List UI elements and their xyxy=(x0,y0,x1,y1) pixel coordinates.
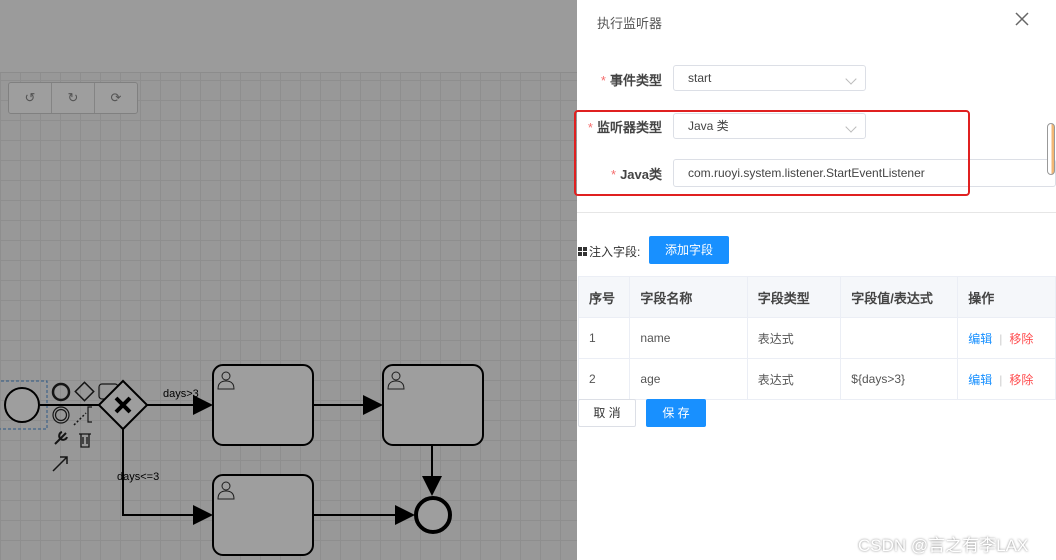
start-event[interactable] xyxy=(4,387,40,423)
action-separator: | xyxy=(999,331,1003,346)
chevron-down-icon xyxy=(845,121,857,133)
connect-tool-icon[interactable] xyxy=(73,412,87,426)
event-type-select[interactable]: start xyxy=(673,65,866,91)
bpmn-diagram: days>3 days<=3 xyxy=(0,364,484,556)
java-class-label: * Java类 xyxy=(611,166,662,182)
edit-link[interactable]: 编辑 xyxy=(968,332,992,346)
watermark: CSDN @言之有李LAX xyxy=(858,536,1029,555)
cell-name: age xyxy=(629,358,748,400)
cell-actions: 编辑 | 移除 xyxy=(957,317,1056,359)
table-row: 1 name 表达式 编辑 | 移除 xyxy=(577,317,1056,359)
cancel-button[interactable]: 取 消 xyxy=(578,399,636,427)
cell-actions: 编辑 | 移除 xyxy=(957,358,1056,400)
table-header-row: 序号 字段名称 字段类型 字段值/表达式 操作 xyxy=(577,276,1056,318)
label-days-le-3: days<=3 xyxy=(117,471,159,483)
end-event[interactable] xyxy=(414,496,452,534)
java-class-value: com.ruoyi.system.listener.StartEventList… xyxy=(688,166,925,180)
sequence-flow-tool-icon[interactable] xyxy=(52,456,68,472)
cell-type: 表达式 xyxy=(746,317,842,359)
remove-link[interactable]: 移除 xyxy=(1009,373,1033,387)
table-row: 2 age 表达式 ${days>3} 编辑 | 移除 xyxy=(577,358,1056,400)
end-event-tool-icon[interactable] xyxy=(51,382,71,402)
action-separator: | xyxy=(999,372,1003,387)
header-field-value: 字段值/表达式 xyxy=(840,276,959,318)
save-button[interactable]: 保 存 xyxy=(646,399,706,427)
listener-type-select[interactable]: Java 类 xyxy=(673,113,866,139)
java-class-input[interactable]: com.ruoyi.system.listener.StartEventList… xyxy=(673,159,1056,187)
header-field-type: 字段类型 xyxy=(746,276,842,318)
add-field-button[interactable]: 添加字段 xyxy=(649,236,729,264)
user-task-1[interactable] xyxy=(212,364,314,446)
edit-link[interactable]: 编辑 xyxy=(968,373,992,387)
event-type-value: start xyxy=(688,71,712,85)
cell-index: 2 xyxy=(577,358,631,400)
header-index: 序号 xyxy=(577,276,631,318)
scrollbar-thumb[interactable] xyxy=(1047,123,1055,175)
header-actions: 操作 xyxy=(957,276,1056,318)
cell-type: 表达式 xyxy=(746,358,842,400)
drawer-title: 执行监听器 xyxy=(597,16,663,31)
annotation-tool-icon[interactable] xyxy=(87,406,92,423)
cell-index: 1 xyxy=(577,317,631,359)
cell-value: ${days>3} xyxy=(840,358,959,400)
listener-type-label: * 监听器类型 xyxy=(587,119,662,135)
trash-icon[interactable] xyxy=(79,433,91,448)
header-field-name: 字段名称 xyxy=(629,276,748,318)
inject-fields-label: 注入字段: xyxy=(578,243,640,260)
cell-name: name xyxy=(629,317,748,359)
grid-icon xyxy=(578,247,587,256)
wrench-icon[interactable] xyxy=(54,431,68,445)
close-icon[interactable] xyxy=(1013,10,1031,28)
cell-value xyxy=(840,317,959,359)
fields-table: 序号 字段名称 字段类型 字段值/表达式 操作 1 name 表达式 编辑 | 移除… xyxy=(577,276,1056,400)
remove-link[interactable]: 移除 xyxy=(1009,332,1033,346)
listener-type-value: Java 类 xyxy=(688,119,729,133)
section-divider xyxy=(577,212,1056,213)
chevron-down-icon xyxy=(845,73,857,85)
user-task-2[interactable] xyxy=(382,364,484,446)
gateway-tool-icon[interactable] xyxy=(74,381,95,402)
bpmn-canvas[interactable]: ↺ ↻ ⟳ days>3 days<=3 xyxy=(0,0,577,560)
user-task-3[interactable] xyxy=(212,474,314,556)
event-type-label: * 事件类型 xyxy=(600,72,662,88)
label-days-gt-3: days>3 xyxy=(163,388,199,400)
